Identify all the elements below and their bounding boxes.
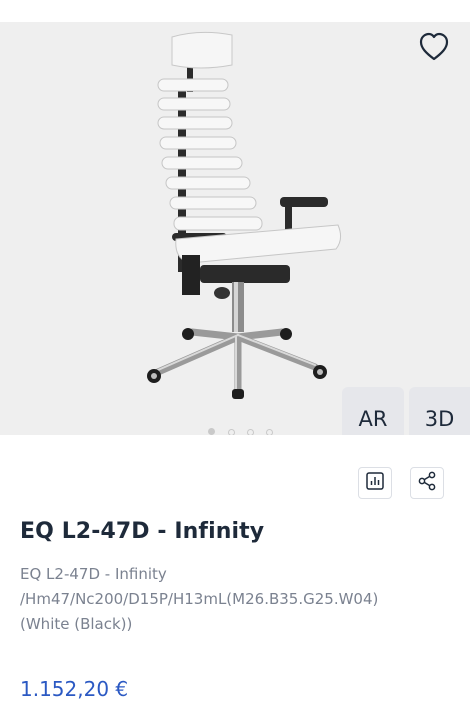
description-line: EQ L2-47D - Infinity [20, 565, 167, 583]
carousel-dot[interactable] [266, 429, 273, 435]
product-title: EQ L2-47D - Infinity [20, 519, 265, 544]
compare-button[interactable] [358, 467, 392, 499]
share-button[interactable] [410, 467, 444, 499]
ar-view-button[interactable]: AR [342, 387, 404, 435]
description-line: (White (Black)) [20, 615, 133, 633]
carousel-dot[interactable] [208, 428, 215, 435]
ar-view-label: AR [358, 407, 388, 431]
description-line: /Hm47/Nc200/D15P/H13mL(M26.B35.G25.W04) [20, 590, 379, 608]
three-d-view-button[interactable]: 3D [409, 387, 470, 435]
office-chair-image [147, 31, 342, 399]
share-icon [417, 471, 437, 495]
carousel-dot[interactable] [228, 429, 235, 435]
three-d-view-label: 3D [424, 407, 455, 431]
heart-icon[interactable] [418, 32, 450, 62]
top-bar [0, 0, 470, 23]
carousel-dot[interactable] [247, 429, 254, 435]
product-description: EQ L2-47D - Infinity /Hm47/Nc200/D15P/H1… [20, 562, 460, 637]
product-image-gallery[interactable]: AR 3D [0, 22, 470, 435]
bar-chart-icon [366, 472, 384, 494]
carousel-dots[interactable] [203, 428, 283, 435]
product-price: 1.152,20 € [20, 677, 129, 701]
